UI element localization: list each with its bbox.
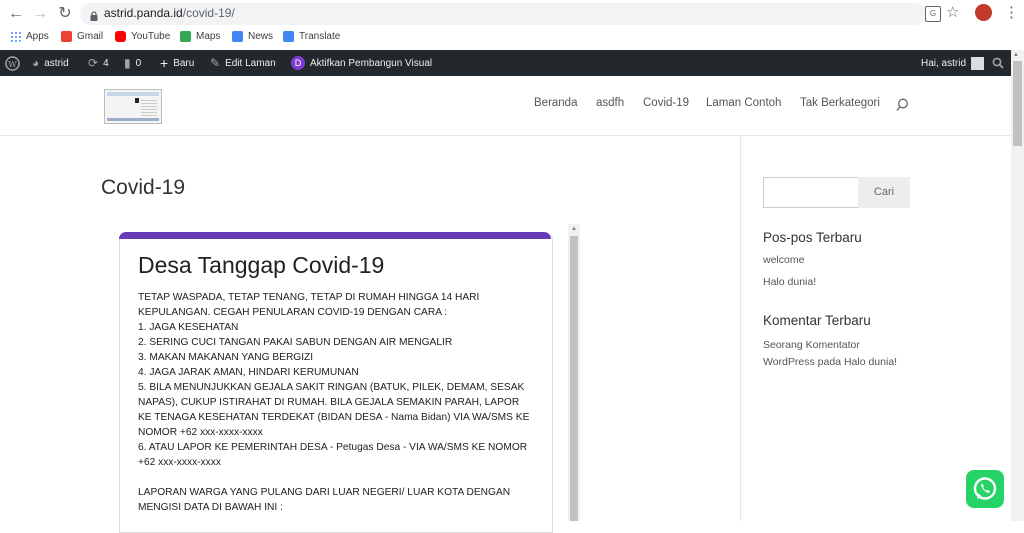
recent-comment-item: Seorang Komentator WordPress pada Halo d…	[763, 337, 913, 371]
form-header-band	[119, 232, 551, 239]
page-scroll-up-icon[interactable]: ▲	[1013, 52, 1019, 58]
whatsapp-icon	[973, 477, 997, 500]
bookmark-star-icon[interactable]: ☆	[946, 3, 959, 21]
admin-edit-page[interactable]: ✎ Edit Laman	[210, 50, 276, 76]
comment-connector: pada	[817, 356, 842, 368]
sidebar-divider	[740, 135, 741, 521]
youtube-icon	[115, 31, 126, 42]
sidebar-search-button[interactable]: Cari	[858, 177, 910, 208]
nav-tak-berkategori[interactable]: Tak Berkategori	[800, 97, 880, 109]
wp-admin-bar	[0, 50, 1024, 76]
form-description: TETAP WASPADA, TETAP TENANG, TETAP DI RU…	[138, 292, 530, 513]
gmail-icon	[61, 31, 72, 42]
form-title: Desa Tanggap Covid-19	[138, 252, 385, 278]
back-icon[interactable]: ←	[6, 4, 26, 24]
comment-icon: ▮	[124, 56, 131, 70]
bookmark-youtube[interactable]: YouTube	[115, 31, 170, 42]
bookmark-gmail[interactable]: Gmail	[61, 31, 103, 42]
admin-search-icon[interactable]	[992, 50, 1004, 76]
profile-avatar[interactable]	[975, 4, 992, 21]
pencil-icon: ✎	[210, 56, 221, 70]
forward-icon[interactable]: →	[30, 4, 50, 24]
recent-comments-title: Komentar Terbaru	[763, 313, 871, 328]
site-logo[interactable]	[104, 89, 162, 124]
user-avatar-icon	[971, 56, 985, 70]
nav-asdfh[interactable]: asdfh	[596, 97, 624, 109]
translate-icon	[283, 31, 294, 42]
svg-text:W: W	[8, 58, 17, 68]
scroll-up-arrow-icon[interactable]: ▲	[571, 226, 577, 232]
recent-post-link[interactable]: Halo dunia!	[763, 276, 816, 288]
bookmark-apps[interactable]: Apps	[10, 31, 49, 42]
page-scrollbar-thumb[interactable]	[1013, 61, 1022, 146]
admin-updates[interactable]: ⟳ 4	[88, 50, 109, 76]
whatsapp-button[interactable]	[966, 470, 1004, 508]
divi-icon: D	[291, 56, 305, 70]
nav-laman-contoh[interactable]: Laman Contoh	[706, 97, 781, 109]
maps-icon	[180, 31, 191, 42]
recent-posts-title: Pos-pos Terbaru	[763, 230, 862, 245]
sidebar-search-input[interactable]	[763, 177, 860, 208]
news-icon	[232, 31, 243, 42]
updates-icon: ⟳	[88, 56, 99, 70]
translate-page-icon[interactable]: G	[925, 6, 941, 22]
header-search-icon[interactable]	[896, 98, 909, 117]
comment-post-link[interactable]: Halo dunia!	[844, 356, 897, 368]
url-text: astrid.panda.id/covid-19/	[104, 6, 235, 20]
dashboard-icon: ◕	[32, 56, 40, 70]
admin-account[interactable]: Hai, astrid	[921, 50, 985, 76]
wp-logo-icon[interactable]: W	[5, 50, 20, 76]
bookmarks-bar: Apps Gmail YouTube Maps News Translate	[0, 28, 1024, 51]
bookmark-maps[interactable]: Maps	[180, 31, 220, 42]
bookmark-translate[interactable]: Translate	[283, 31, 340, 42]
admin-visual-builder[interactable]: D Aktifkan Pembangun Visual	[291, 50, 432, 76]
apps-grid-icon	[10, 31, 21, 42]
admin-site-link[interactable]: ◕ astrid	[32, 50, 69, 76]
nav-covid-19[interactable]: Covid-19	[643, 97, 689, 109]
reload-icon[interactable]: ↻	[55, 4, 75, 24]
admin-comments[interactable]: ▮ 0	[124, 50, 141, 76]
bookmark-news[interactable]: News	[232, 31, 273, 42]
page-title: Covid-19	[101, 176, 186, 199]
nav-beranda[interactable]: Beranda	[534, 97, 577, 109]
recent-post-link[interactable]: welcome	[763, 254, 804, 266]
menu-icon[interactable]: ⋮	[1004, 3, 1019, 21]
lock-icon	[90, 8, 98, 21]
form-scrollbar-thumb[interactable]	[570, 236, 578, 521]
plus-icon: +	[160, 55, 169, 71]
admin-new[interactable]: + Baru	[160, 50, 194, 76]
